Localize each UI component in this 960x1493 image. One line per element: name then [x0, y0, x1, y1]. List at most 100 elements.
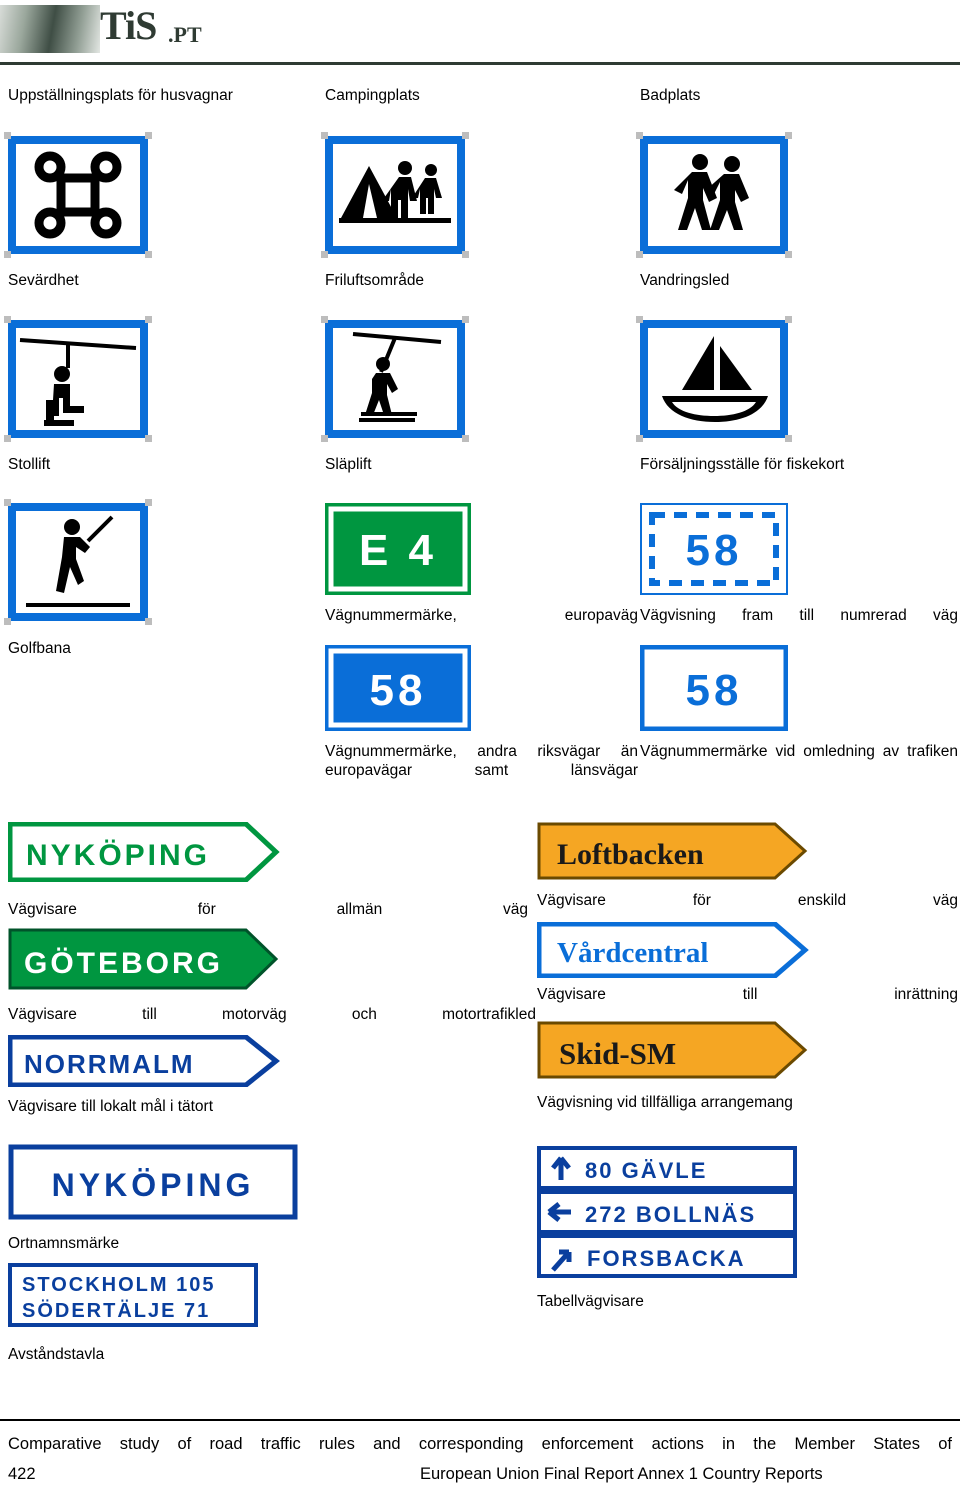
crop-mark: [785, 132, 792, 139]
crop-mark: [785, 316, 792, 323]
caption-temporary: Vägvisning vid tillfälliga arrangemang: [537, 1094, 793, 1111]
crop-mark: [462, 435, 469, 442]
crop-mark: [145, 435, 152, 442]
crop-mark: [462, 316, 469, 323]
sign-text-loftbacken: Loftbacken: [557, 838, 704, 871]
footer-page-number: 422: [8, 1465, 36, 1483]
footer-line-2: European Union Final Report Annex 1 Coun…: [420, 1465, 823, 1483]
caption-golf: Golfbana: [8, 640, 71, 657]
footer-line-1: Comparative study of road traffic rules …: [8, 1435, 952, 1453]
caption-institution: Vägvisare till inrättning: [537, 986, 958, 1003]
sign-outdoor: [321, 316, 469, 442]
sign-road-number-58-dashed: 58: [640, 503, 788, 595]
sign-text-goteborg: GÖTEBORG: [24, 947, 223, 980]
caption-general-road: Vägvisare för allmän väg: [8, 901, 528, 918]
caption-chairlift: Stollift: [8, 456, 51, 473]
crop-mark: [145, 251, 152, 258]
sign-vardcentral-white: Vårdcentral: [537, 922, 809, 978]
crop-mark: [4, 499, 11, 506]
sign-face: [648, 144, 780, 246]
sign-sight: [4, 316, 152, 442]
sign-road-number-58-blue: 58: [325, 645, 471, 731]
crop-mark: [321, 132, 328, 139]
crop-mark: [785, 251, 792, 258]
sign-text-nykoping-placename: NYKÖPING: [52, 1167, 255, 1203]
sign-text-58-detour: 58: [686, 666, 743, 715]
crop-mark: [636, 316, 643, 323]
caption-road-number-other: Vägnummermärke, andra riksvägar än europ…: [325, 743, 638, 779]
crop-mark: [145, 618, 152, 625]
sign-text-distance-row1: STOCKHOLM 105: [22, 1274, 215, 1296]
sign-text-58-blue: 58: [370, 666, 427, 715]
caption-distance-board: Avståndstavla: [8, 1346, 105, 1363]
sign-text-norrmalm: NORRMALM: [24, 1049, 195, 1079]
crop-mark: [321, 251, 328, 258]
caption-camping: Campingplats: [325, 87, 420, 104]
sign-beach: [636, 132, 792, 258]
crop-mark: [145, 499, 152, 506]
sign-camping: [321, 132, 469, 258]
sign-text-row2: 272 BOLLNÄS: [585, 1202, 756, 1227]
sign-distance-board: STOCKHOLM 105 SÖDERTÄLJE 71: [8, 1263, 258, 1327]
caption-beach: Badplats: [640, 87, 701, 104]
caption-hiking: Vandringsled: [640, 272, 730, 289]
crop-mark: [4, 251, 11, 258]
sign-road-number-58-detour: 58: [640, 645, 788, 731]
caption-fishing: Försäljningsställe för fiskekort: [640, 456, 845, 473]
sign-text-row3: FORSBACKA: [587, 1246, 746, 1271]
crop-mark: [4, 132, 11, 139]
sign-table-signpost: 80 GÄVLE 272 BOLLNÄS FORSBACKA: [537, 1146, 797, 1278]
sign-nykoping-green: NYKÖPING: [8, 822, 280, 882]
caption-sight: Sevärdhet: [8, 272, 79, 289]
sign-hiking: [636, 316, 792, 442]
caption-caravan: Uppställningsplats för husvagnar: [8, 87, 233, 104]
logo-suffix: .PT: [168, 22, 202, 47]
caption-signpost-numbered: Vägvisning fram till numrerad väg: [640, 607, 958, 624]
caption-detour: Vägnummermärke vid omledning av trafiken: [640, 743, 958, 760]
sign-text-row1: 80 GÄVLE: [585, 1158, 707, 1183]
sign-loftbacken-orange: Loftbacken: [537, 822, 809, 880]
tis-pt-logo: TiS .PT: [0, 2, 215, 57]
beach-swimmers-icon: [674, 154, 749, 230]
caption-motorway: Vägvisare till motorväg och motortrafikl…: [8, 1006, 536, 1023]
caption-table-sign: Tabellvägvisare: [537, 1293, 644, 1310]
crop-mark: [636, 435, 643, 442]
sailboat-icon: [662, 336, 768, 422]
caravan-loop-icon: [34, 151, 122, 239]
sign-face: [333, 144, 457, 246]
camping-tent-family-icon: [339, 161, 451, 223]
caption-placename: Ortnamnsmärke: [8, 1235, 120, 1252]
sign-caravan: [4, 132, 152, 258]
crop-mark: [462, 132, 469, 139]
sign-face: [16, 328, 140, 430]
header-divider: [0, 62, 960, 65]
crop-mark: [145, 316, 152, 323]
sign-text-distance-row2: SÖDERTÄLJE 71: [22, 1299, 210, 1322]
crop-mark: [145, 132, 152, 139]
logo-text: TiS: [100, 3, 157, 48]
sign-norrmalm-blue: NORRMALM: [8, 1035, 280, 1087]
page-header: TiS .PT: [0, 0, 960, 62]
footer-divider: [0, 1419, 960, 1421]
sign-face: [648, 328, 780, 430]
caption-draglift: Släplift: [325, 456, 372, 473]
chairlift-icon: [19, 338, 137, 426]
sign-text-58-dashed: 58: [686, 526, 743, 575]
sign-face: [16, 144, 140, 246]
crop-mark: [4, 618, 11, 625]
sign-face: [333, 328, 457, 430]
caption-private-road: Vägvisare för enskild väg: [537, 892, 958, 909]
crop-mark: [321, 435, 328, 442]
sign-nykoping-placename: NYKÖPING: [8, 1144, 298, 1220]
sign-skid-sm-orange: Skid-SM: [537, 1021, 809, 1079]
sign-text-skid-sm: Skid-SM: [559, 1036, 676, 1071]
sign-text-nykoping-green: NYKÖPING: [26, 839, 210, 872]
sign-goteborg-green: GÖTEBORG: [8, 928, 280, 990]
caption-local-target: Vägvisare till lokalt mål i tätort: [8, 1098, 214, 1115]
crop-mark: [462, 251, 469, 258]
sign-road-number-e4: E 4: [325, 503, 471, 595]
caption-road-number-euro: Vägnummermärke, europaväg: [325, 607, 638, 624]
sign-golf: [4, 499, 152, 625]
crop-mark: [4, 316, 11, 323]
crop-mark: [321, 316, 328, 323]
